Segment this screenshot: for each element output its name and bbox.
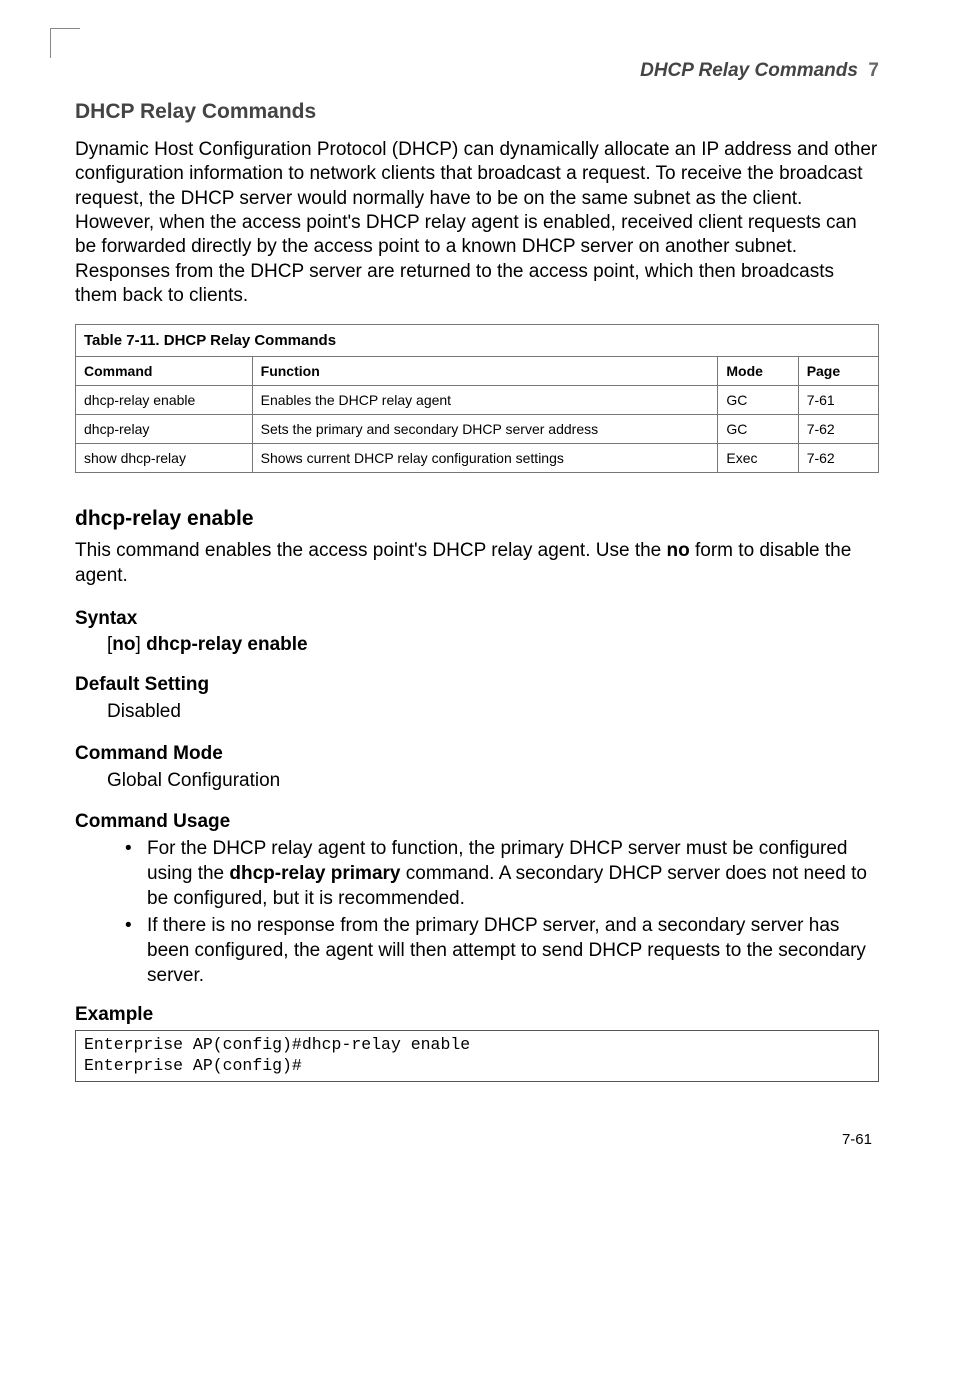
list-item: For the DHCP relay agent to function, th… <box>125 837 879 911</box>
table-cell: GC <box>718 386 798 415</box>
section-intro: Dynamic Host Configuration Protocol (DHC… <box>75 138 879 308</box>
command-desc-text: This command enables the access point's … <box>75 540 667 561</box>
table-cell: Enables the DHCP relay agent <box>252 386 718 415</box>
header-section-name: DHCP Relay Commands <box>640 60 858 81</box>
table-cell: dhcp-relay enable <box>76 386 253 415</box>
example-code-block: Enterprise AP(config)#dhcp-relay enable … <box>75 1030 879 1081</box>
commands-table: Table 7-11. DHCP Relay Commands Command … <box>75 324 879 473</box>
no-keyword: no <box>667 540 690 561</box>
example-label: Example <box>75 1004 879 1026</box>
table-row: dhcp-relay enable Enables the DHCP relay… <box>76 386 879 415</box>
table-cell: GC <box>718 415 798 444</box>
header-chapter-number: 7 <box>862 60 879 81</box>
list-item: If there is no response from the primary… <box>125 914 879 988</box>
table-caption: Table 7-11. DHCP Relay Commands <box>75 324 879 356</box>
syntax-label: Syntax <box>75 608 879 630</box>
page-number: 7-61 <box>842 1131 872 1148</box>
table-cell: Exec <box>718 444 798 473</box>
table-cell: 7-62 <box>798 415 878 444</box>
table-cell: 7-61 <box>798 386 878 415</box>
table-cell: show dhcp-relay <box>76 444 253 473</box>
command-name-heading: dhcp-relay enable <box>75 507 879 531</box>
default-setting-value: Disabled <box>107 700 879 725</box>
command-description: This command enables the access point's … <box>75 539 879 588</box>
command-mode-label: Command Mode <box>75 743 879 765</box>
table-header-row: Command Function Mode Page <box>76 357 879 386</box>
table-cell: 7-62 <box>798 444 878 473</box>
table-cell: dhcp-relay <box>76 415 253 444</box>
usage-inline-command: dhcp-relay primary <box>229 863 400 884</box>
section-title: DHCP Relay Commands <box>75 100 879 124</box>
syntax-no: no <box>112 634 135 655</box>
command-mode-value: Global Configuration <box>107 769 879 794</box>
table-header-command: Command <box>76 357 253 386</box>
usage-list: For the DHCP relay agent to function, th… <box>125 837 879 988</box>
table-header-page: Page <box>798 357 878 386</box>
table-header-function: Function <box>252 357 718 386</box>
table-row: dhcp-relay Sets the primary and secondar… <box>76 415 879 444</box>
default-setting-label: Default Setting <box>75 674 879 696</box>
table-header-mode: Mode <box>718 357 798 386</box>
command-usage-label: Command Usage <box>75 811 879 833</box>
table-cell: Shows current DHCP relay configuration s… <box>252 444 718 473</box>
page-header: DHCP Relay Commands 7 <box>75 60 879 82</box>
table-row: show dhcp-relay Shows current DHCP relay… <box>76 444 879 473</box>
crop-mark <box>50 28 80 58</box>
syntax-line: [no] dhcp-relay enable <box>107 634 879 656</box>
table-cell: Sets the primary and secondary DHCP serv… <box>252 415 718 444</box>
syntax-command: dhcp-relay enable <box>146 634 308 655</box>
